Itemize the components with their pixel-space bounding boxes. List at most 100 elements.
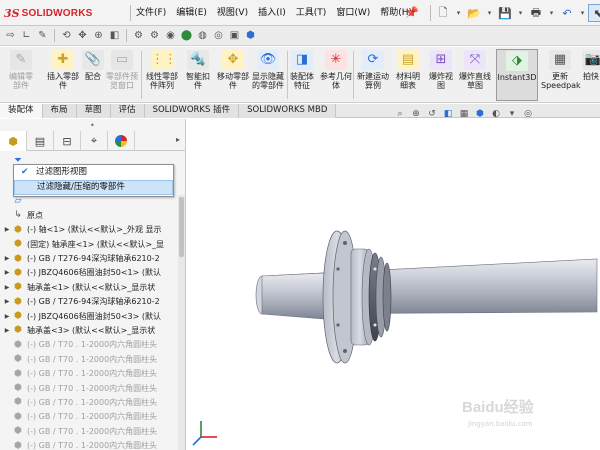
reference-geometry-button[interactable]: ✳ 参考几何体 xyxy=(320,49,352,101)
chevron-down-icon[interactable]: ▾ xyxy=(486,9,493,17)
pointer-icon[interactable]: ⇨ xyxy=(4,29,17,42)
section-view-icon[interactable]: ◧ xyxy=(108,29,121,42)
tree-row[interactable]: ⬢ (-) GB / T70 . 1-2000内六角圆柱头 xyxy=(0,395,178,409)
shaft-part[interactable] xyxy=(255,258,598,320)
gear-icon[interactable]: ⚙ xyxy=(132,29,145,42)
expand-icon[interactable]: ▶ xyxy=(2,298,12,305)
feature-manager-tab-icon[interactable]: ⬢ xyxy=(0,131,27,151)
previous-view-icon[interactable]: ↺ xyxy=(426,109,438,119)
light-icon[interactable]: ◍ xyxy=(196,29,209,42)
tree-row[interactable]: ↳ 原点 xyxy=(0,208,178,222)
chevron-right-icon[interactable]: ▸ xyxy=(176,135,180,144)
location-icon[interactable]: ⬤ xyxy=(180,29,193,42)
menu-window[interactable]: 窗口(W) xyxy=(331,0,375,26)
exploded-view-button[interactable]: ⊞ 爆炸视图 xyxy=(426,49,456,101)
rotate-icon[interactable]: ⟲ xyxy=(60,29,73,42)
tab-solidworks-mbd[interactable]: SOLIDWORKS MBD xyxy=(239,104,337,118)
filter-graphics-view-option[interactable]: ✔ 过滤图形视图 xyxy=(14,165,173,180)
sketch-icon[interactable]: ✎ xyxy=(36,29,49,42)
chevron-down-icon[interactable]: ▾ xyxy=(548,9,555,17)
new-document-icon[interactable]: 🗋 xyxy=(433,4,453,22)
menu-view[interactable]: 视图(V) xyxy=(212,0,253,26)
menu-tools[interactable]: 工具(T) xyxy=(291,0,332,26)
tab-sketch[interactable]: 草图 xyxy=(76,104,111,118)
tree-row[interactable]: ▶ ⬢ (-) GB / T276-94深沟球轴承6210-2 xyxy=(0,251,178,265)
new-motion-study-button[interactable]: ⟳ 新建运动算例 xyxy=(356,49,390,101)
tab-layout[interactable]: 布局 xyxy=(42,104,77,118)
chevron-down-icon[interactable]: ▾ xyxy=(579,9,586,17)
chevron-down-icon[interactable]: ▾ xyxy=(455,9,462,17)
linear-pattern-button[interactable]: ⋮⋮ 线性零部件阵列 xyxy=(143,49,181,101)
scene-icon[interactable]: ▣ xyxy=(228,29,241,42)
tree-scrollbar[interactable] xyxy=(178,195,185,450)
undo-icon[interactable]: ↶ xyxy=(557,4,577,22)
configuration-manager-tab-icon[interactable]: ⊟ xyxy=(54,131,81,151)
chevron-down-icon[interactable]: ▾ xyxy=(506,109,518,119)
filter-hidden-suppressed-option[interactable]: 过滤隐藏/压缩的零部件 xyxy=(14,180,173,195)
show-hidden-button[interactable]: 👁 显示隐藏的零部件 xyxy=(252,49,284,101)
display-manager-tab-icon[interactable] xyxy=(108,131,135,151)
pin-icon[interactable]: 📌 xyxy=(405,6,419,20)
menu-edit[interactable]: 编辑(E) xyxy=(171,0,212,26)
settings-icon[interactable]: ⚙ xyxy=(148,29,161,42)
menu-file[interactable]: 文件(F) xyxy=(131,0,171,26)
tree-row[interactable]: ▶ ⬢ (-) 轴<1> (默认<<默认>_外观 显示 xyxy=(0,223,178,237)
expand-icon[interactable]: ▶ xyxy=(2,284,12,291)
panel-grip[interactable]: • xyxy=(90,121,95,130)
chevron-down-icon[interactable]: ▾ xyxy=(517,9,524,17)
menu-insert[interactable]: 插入(I) xyxy=(253,0,291,26)
view-orientation-icon[interactable]: ⬢ xyxy=(244,29,257,42)
save-icon[interactable]: 💾 xyxy=(495,4,515,22)
edit-component-button[interactable]: ✎ 编辑零部件 xyxy=(6,49,36,101)
tree-row[interactable]: ▶ ⬢ (-) JBZQ4606毡圈油封50<3> (默认 xyxy=(0,309,178,323)
select-cursor-icon[interactable]: ⬉ xyxy=(588,4,600,22)
property-manager-tab-icon[interactable]: ▤ xyxy=(27,131,54,151)
expand-icon[interactable]: ▶ xyxy=(2,269,12,276)
scrollbar-thumb[interactable] xyxy=(179,197,184,257)
expand-icon[interactable]: ▶ xyxy=(2,327,12,334)
section-view-icon[interactable]: ◧ xyxy=(442,109,454,119)
explode-line-sketch-button[interactable]: ⤧ 爆炸直线草图 xyxy=(458,49,492,101)
display-style-icon[interactable]: ◉ xyxy=(164,29,177,42)
expand-icon[interactable]: ▶ xyxy=(2,313,12,320)
display-style-icon[interactable]: ◐ xyxy=(490,109,502,119)
view-settings-icon[interactable]: ▦ xyxy=(458,109,470,119)
tab-assembly[interactable]: 装配体 xyxy=(0,104,43,118)
tree-row[interactable]: ⬢ (-) GB / T70 . 1-2000内六角圆柱头 xyxy=(0,424,178,438)
snapshot-button[interactable]: 📷 拍快 xyxy=(582,49,600,101)
instant3d-button[interactable]: ⬗ Instant3D xyxy=(496,49,538,101)
zoom-icon[interactable]: ⊕ xyxy=(92,29,105,42)
zoom-area-icon[interactable]: ⊕ xyxy=(410,109,422,119)
tab-evaluate[interactable]: 评估 xyxy=(110,104,145,118)
move-component-button[interactable]: ✥ 移动零部件 xyxy=(216,49,250,101)
pan-icon[interactable]: ✥ xyxy=(76,29,89,42)
update-speedpak-button[interactable]: ▦ 更新Speedpak xyxy=(541,49,581,101)
assembly-feature-button[interactable]: ◨ 装配体特征 xyxy=(288,49,316,101)
tree-row[interactable]: ▶ ⬢ 轴承盖<3> (默认<<默认>_显示状 xyxy=(0,323,178,337)
zoom-to-fit-icon[interactable]: ⌕ xyxy=(394,109,406,119)
mate-button[interactable]: 📎 配合 xyxy=(82,49,104,101)
tree-row[interactable]: ⬢ (-) GB / T70 . 1-2000内六角圆柱头 xyxy=(0,352,178,366)
bearing-cluster-part[interactable] xyxy=(350,248,392,346)
tree-row[interactable]: ⬢ (-) GB / T70 . 1-2000内六角圆柱头 xyxy=(0,438,178,450)
tree-row[interactable]: ▶ ⬢ (-) JBZQ4606毡圈油封50<1> (默认 xyxy=(0,266,178,280)
view-orientation-icon[interactable]: ⬢ xyxy=(474,109,486,119)
tree-row[interactable]: ⬢ (-) GB / T70 . 1-2000内六角圆柱头 xyxy=(0,366,178,380)
hide-show-icon[interactable]: ◎ xyxy=(522,109,534,119)
tab-solidworks-addins[interactable]: SOLIDWORKS 插件 xyxy=(144,104,240,118)
tree-row[interactable]: ⬢ (固定) 轴承座<1> (默认<<默认>_显 xyxy=(0,237,178,251)
expand-icon[interactable]: ▶ xyxy=(2,255,12,262)
tree-row[interactable]: ⬢ (-) GB / T70 . 1-2000内六角圆柱头 xyxy=(0,410,178,424)
dimension-icon[interactable]: ∟ xyxy=(20,29,33,42)
tree-row[interactable]: ⬢ (-) GB / T70 . 1-2000内六角圆柱头 xyxy=(0,381,178,395)
tree-row[interactable]: ⬢ (-) GB / T70 . 1-2000内六角圆柱头 xyxy=(0,338,178,352)
insert-component-button[interactable]: ✚ 插入零部件 xyxy=(46,49,80,101)
print-icon[interactable]: 🖶 xyxy=(526,4,546,22)
bom-button[interactable]: ▤ 材料明细表 xyxy=(394,49,422,101)
dimxpert-tab-icon[interactable]: ⌖ xyxy=(81,131,108,151)
expand-icon[interactable]: ▶ xyxy=(2,226,12,233)
open-folder-icon[interactable]: 📂 xyxy=(464,4,484,22)
camera-icon[interactable]: ◎ xyxy=(212,29,225,42)
component-preview-button[interactable]: ▭ 零部件预览窗口 xyxy=(106,49,138,101)
tree-row[interactable]: ▶ ⬢ 轴承盖<1> (默认<<默认>_显示状 xyxy=(0,280,178,294)
